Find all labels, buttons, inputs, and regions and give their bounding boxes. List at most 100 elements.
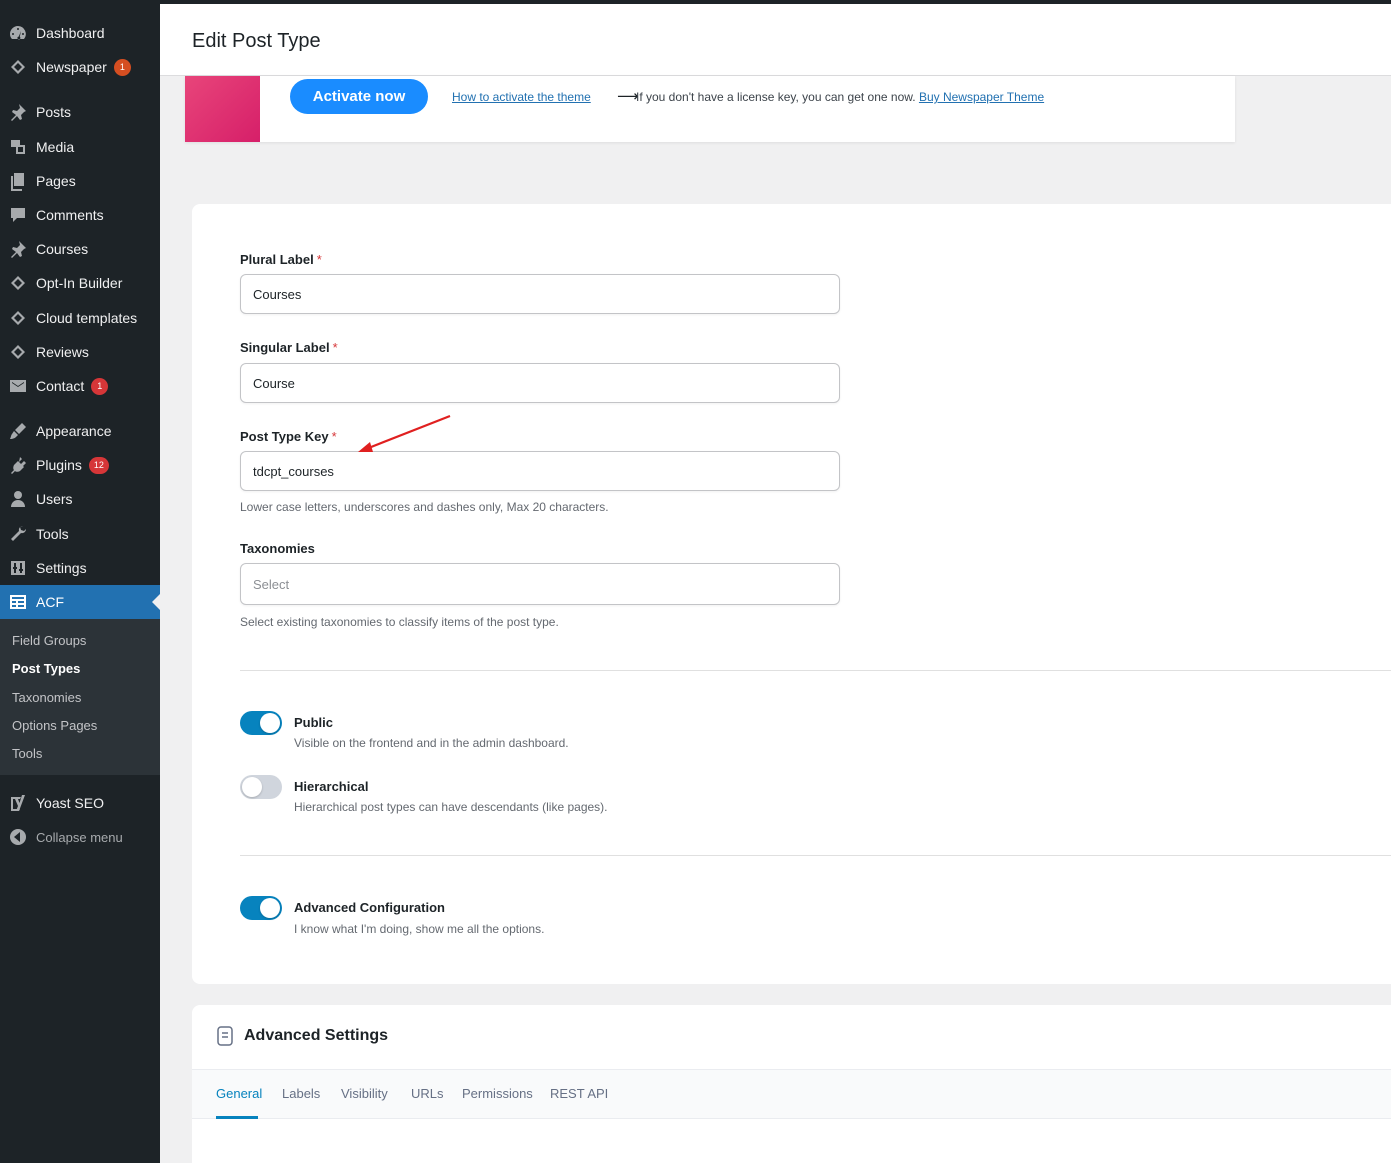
page-header: Edit Post Type: [160, 4, 1391, 76]
submenu-item-taxonomies[interactable]: Taxonomies: [12, 690, 81, 705]
sidebar-item-media[interactable]: Media: [0, 130, 160, 164]
required-asterisk: *: [331, 429, 337, 444]
pushpin-icon: [0, 239, 36, 259]
sidebar-item-contact[interactable]: Contact 1: [0, 369, 160, 403]
comment-icon: [0, 205, 36, 225]
tab-permissions[interactable]: Permissions: [462, 1086, 533, 1101]
tab-general[interactable]: General: [216, 1086, 262, 1101]
sidebar-item-label: Contact: [36, 378, 85, 394]
sidebar-item-yoast-seo[interactable]: Yoast SEO: [0, 786, 160, 820]
sidebar-item-label: Opt-In Builder: [36, 275, 123, 291]
sidebar-item-label: Cloud templates: [36, 310, 138, 326]
tab-visibility[interactable]: Visibility: [341, 1086, 388, 1101]
hierarchical-title: Hierarchical: [294, 779, 369, 794]
plugin-icon: [0, 455, 36, 475]
hierarchical-toggle[interactable]: [240, 775, 282, 799]
plural-label-title: Plural Label *: [240, 252, 322, 267]
sidebar-item-comments[interactable]: Comments: [0, 198, 160, 232]
sidebar-item-optin-builder[interactable]: Opt-In Builder: [0, 266, 160, 300]
brush-icon: [0, 421, 36, 441]
license-notice: Activate now How to activate the theme ⟶…: [185, 76, 1235, 142]
document-icon: [217, 1026, 233, 1046]
diamond-icon: [0, 273, 36, 293]
current-menu-pointer: [152, 594, 160, 610]
sidebar-item-settings[interactable]: Settings: [0, 551, 160, 585]
sidebar-item-cloud-templates[interactable]: Cloud templates: [0, 301, 160, 335]
taxonomies-select[interactable]: [240, 563, 840, 605]
post-type-key-input[interactable]: [240, 451, 840, 491]
section-divider: [240, 670, 1391, 671]
required-asterisk: *: [316, 252, 322, 267]
annotation-arrow: [358, 414, 451, 452]
submenu-item-tools[interactable]: Tools: [12, 746, 42, 761]
public-description: Visible on the frontend and in the admin…: [294, 736, 569, 750]
mail-icon: [0, 376, 36, 396]
public-toggle[interactable]: [240, 711, 282, 735]
no-license-text: If you don't have a license key, you can…: [636, 90, 1044, 104]
sidebar-item-label: Yoast SEO: [36, 795, 104, 811]
pushpin-icon: [0, 102, 36, 122]
advanced-configuration-toggle[interactable]: [240, 896, 282, 920]
sidebar-item-reviews[interactable]: Reviews: [0, 335, 160, 369]
submenu-item-post-types[interactable]: Post Types: [12, 661, 80, 676]
how-to-activate-link[interactable]: How to activate the theme: [452, 90, 591, 104]
unread-count-badge: 1: [91, 377, 109, 395]
post-type-key-help: Lower case letters, underscores and dash…: [240, 500, 609, 514]
sidebar-item-label: Users: [36, 491, 73, 507]
sidebar-item-tools[interactable]: Tools: [0, 517, 160, 551]
user-icon: [0, 489, 36, 509]
taxonomies-title: Taxonomies: [240, 541, 315, 556]
update-count-badge: 1: [113, 58, 131, 76]
theme-logo-swatch: [185, 76, 260, 142]
post-type-key-title: Post Type Key *: [240, 429, 337, 444]
singular-label-input[interactable]: [240, 363, 840, 403]
activate-now-button[interactable]: Activate now: [290, 79, 428, 114]
acf-icon: [0, 592, 36, 612]
settings-icon: [0, 558, 36, 578]
sidebar-item-acf[interactable]: ACF: [0, 585, 160, 619]
sidebar-item-label: Media: [36, 139, 75, 155]
admin-sidebar: Dashboard Newspaper 1 Posts Media Pages …: [0, 0, 160, 1163]
toggle-knob: [260, 713, 280, 733]
post-type-settings-panel: Plural Label* Singular Label* Post Type …: [192, 204, 1391, 984]
wrench-icon: [0, 524, 36, 544]
submenu-item-field-groups[interactable]: Field Groups: [12, 633, 86, 648]
sidebar-item-newspaper[interactable]: Newspaper 1: [0, 50, 160, 84]
sidebar-item-posts[interactable]: Posts: [0, 95, 160, 129]
sidebar-item-appearance[interactable]: Appearance: [0, 414, 160, 448]
advanced-settings-title: Advanced Settings: [244, 1027, 389, 1044]
sidebar-item-users[interactable]: Users: [0, 482, 160, 516]
buy-theme-link[interactable]: Buy Newspaper Theme: [919, 90, 1044, 104]
toggle-knob: [242, 777, 262, 797]
collapse-menu-button[interactable]: Collapse menu: [0, 820, 160, 854]
diamond-icon: [0, 342, 36, 362]
update-count-badge: 12: [88, 456, 109, 474]
tab-rest-api[interactable]: REST API: [550, 1086, 608, 1101]
yoast-icon: [0, 793, 36, 813]
sidebar-item-plugins[interactable]: Plugins 12: [0, 448, 160, 482]
sidebar-item-courses[interactable]: Courses: [0, 232, 160, 266]
taxonomies-help: Select existing taxonomies to classify i…: [240, 615, 559, 629]
pages-icon: [0, 171, 36, 191]
diamond-icon: [0, 308, 36, 328]
tab-urls[interactable]: URLs: [411, 1086, 444, 1101]
sidebar-item-label: Pages: [36, 173, 76, 189]
sidebar-item-label: Plugins: [36, 457, 82, 473]
sidebar-item-label: Reviews: [36, 344, 89, 360]
sidebar-item-dashboard[interactable]: Dashboard: [0, 16, 160, 50]
toggle-knob: [260, 898, 280, 918]
acf-submenu: Field Groups Post Types Taxonomies Optio…: [0, 619, 160, 775]
singular-label-title: Singular Label *: [240, 340, 338, 355]
sidebar-item-label: Settings: [36, 560, 87, 576]
submenu-item-options-pages[interactable]: Options Pages: [12, 718, 97, 733]
sidebar-item-label: Comments: [36, 207, 104, 223]
plural-label-input[interactable]: [240, 274, 840, 314]
media-icon: [0, 137, 36, 157]
public-title: Public: [294, 715, 334, 730]
advanced-configuration-description: I know what I'm doing, show me all the o…: [294, 922, 545, 936]
no-license-message: If you don't have a license key, you can…: [636, 90, 916, 104]
sidebar-item-label: Newspaper: [36, 59, 107, 75]
sidebar-item-pages[interactable]: Pages: [0, 164, 160, 198]
tab-labels[interactable]: Labels: [282, 1086, 320, 1101]
section-divider: [240, 855, 1391, 856]
